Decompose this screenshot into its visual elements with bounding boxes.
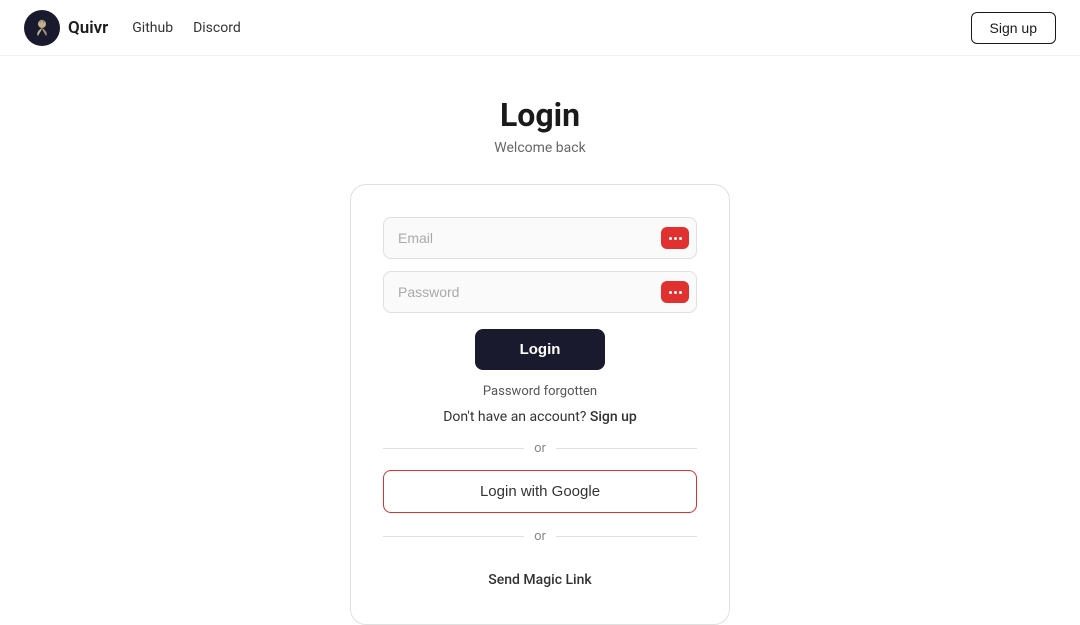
divider-line-left <box>383 448 524 449</box>
google-login-button[interactable]: Login with Google <box>383 470 697 513</box>
signup-button[interactable]: Sign up <box>971 12 1056 44</box>
navbar: Quivr Github Discord Sign up <box>0 0 1080 56</box>
nav-links: Github Discord <box>132 20 240 36</box>
signup-prompt-text: Don't have an account? <box>443 409 590 425</box>
logo-icon <box>24 10 60 46</box>
page-title: Login <box>500 96 580 134</box>
dots-icon <box>669 237 682 240</box>
magic-link-button[interactable]: Send Magic Link <box>488 572 591 588</box>
login-button[interactable]: Login <box>475 329 605 370</box>
divider-or-text: or <box>534 441 546 456</box>
main-content: Login Welcome back <box>0 56 1080 625</box>
divider-line-left-2 <box>383 536 524 537</box>
password-wrapper <box>383 271 697 313</box>
divider-top: or <box>383 441 697 456</box>
divider-line-right <box>556 448 697 449</box>
page-subtitle: Welcome back <box>494 140 585 156</box>
brand-name: Quivr <box>68 18 108 38</box>
login-card: Login Password forgotten Don't have an a… <box>350 184 730 625</box>
forgot-password-link[interactable]: Password forgotten <box>483 384 597 399</box>
email-wrapper <box>383 217 697 259</box>
password-icon-button[interactable] <box>661 281 689 303</box>
email-input[interactable] <box>383 217 697 259</box>
signup-prompt: Don't have an account? Sign up <box>443 409 637 425</box>
divider-or-text-2: or <box>534 529 546 544</box>
password-input[interactable] <box>383 271 697 313</box>
divider-line-right-2 <box>556 536 697 537</box>
logo-container[interactable]: Quivr <box>24 10 108 46</box>
email-icon-button[interactable] <box>661 227 689 249</box>
divider-bottom: or <box>383 529 697 544</box>
signup-link[interactable]: Sign up <box>590 409 637 425</box>
discord-link[interactable]: Discord <box>193 20 241 36</box>
password-dots-icon <box>669 291 682 294</box>
github-link[interactable]: Github <box>132 20 173 36</box>
